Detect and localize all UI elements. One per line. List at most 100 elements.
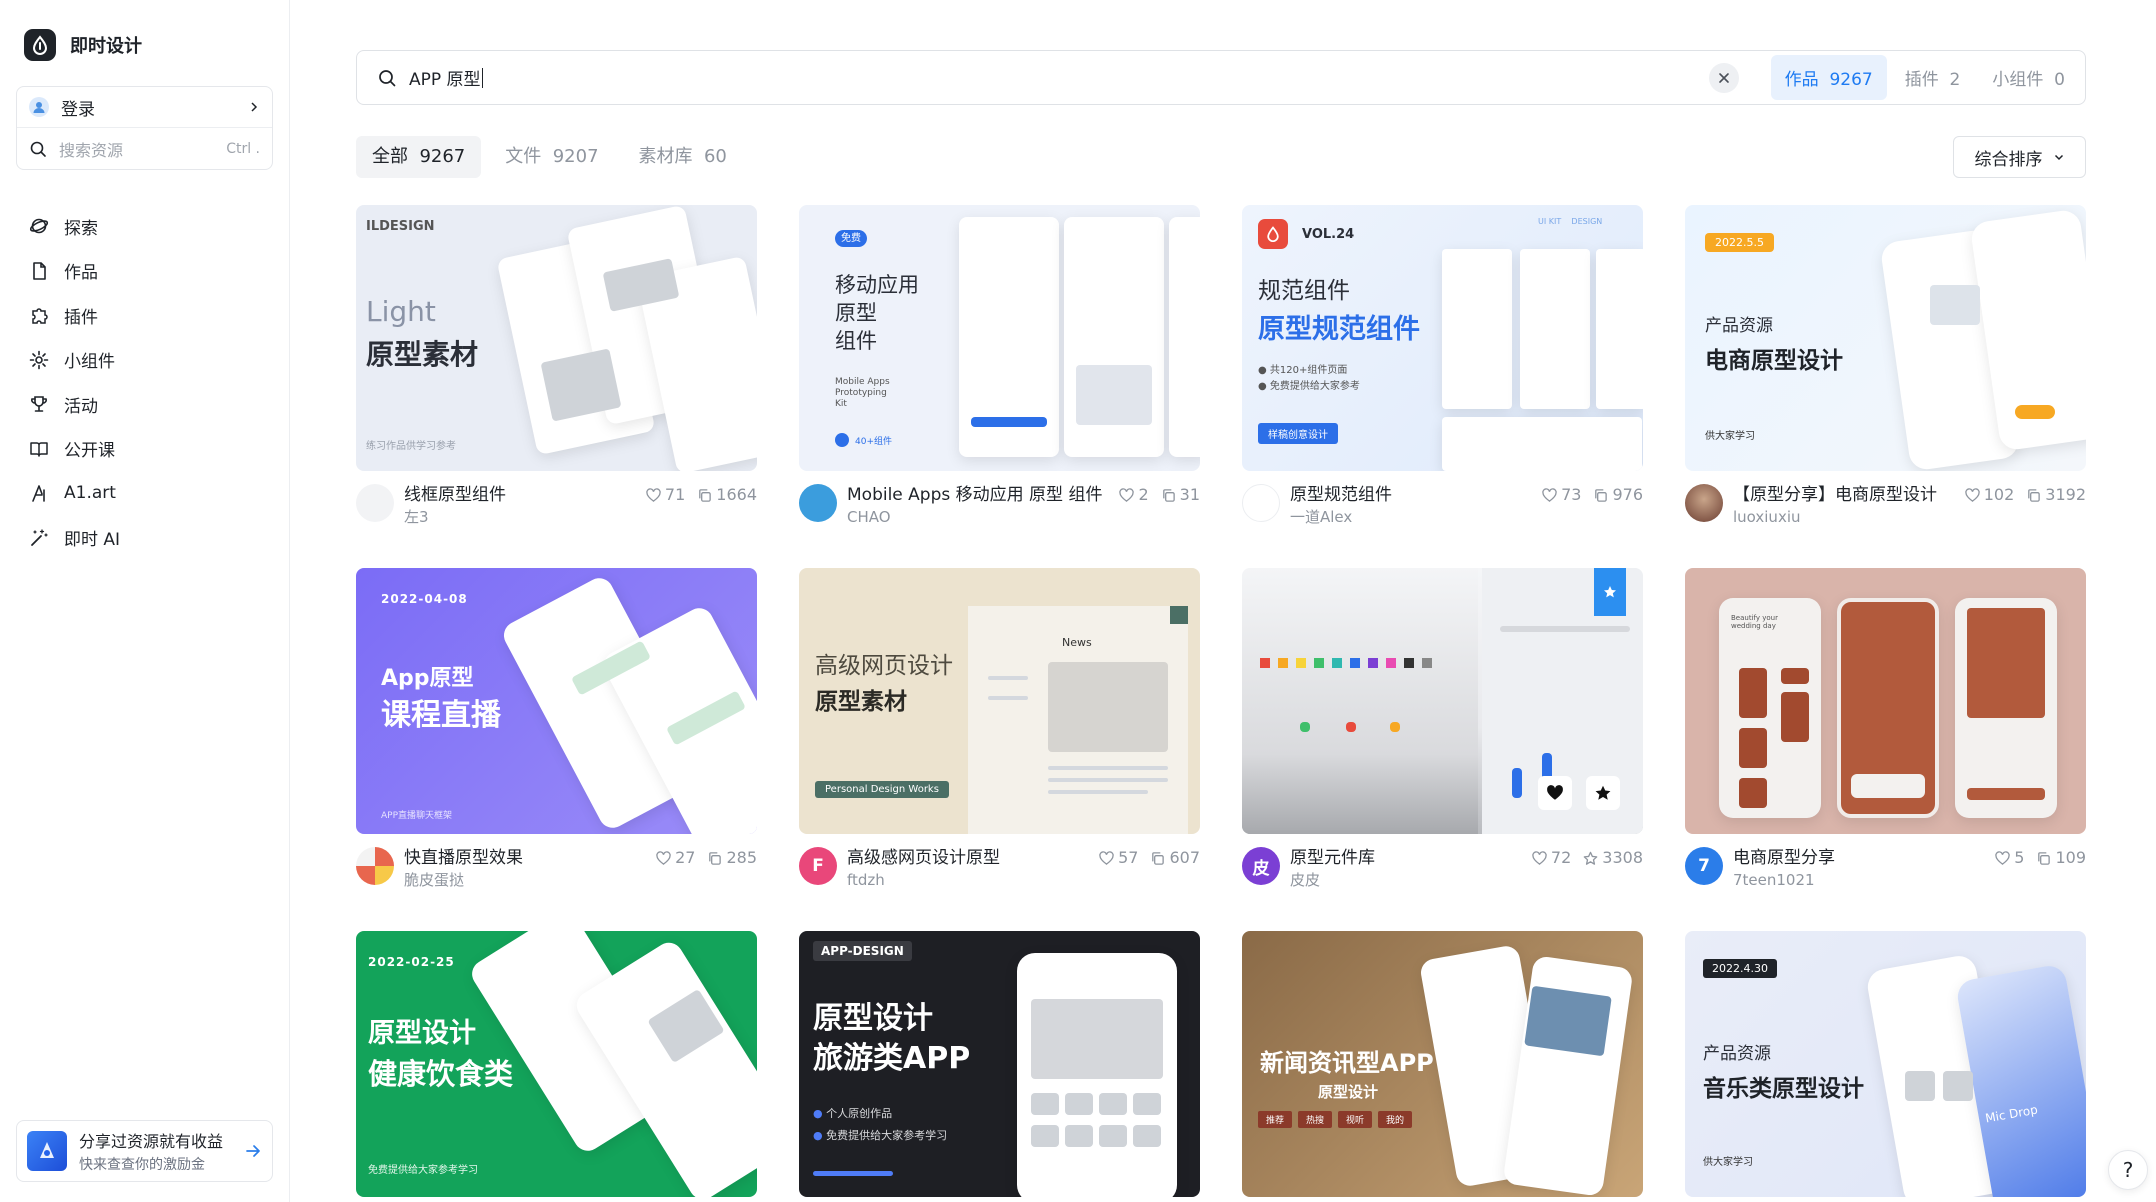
card-title[interactable]: 快直播原型效果 [404,847,656,869]
like-count: 71 [664,485,686,504]
card-title[interactable]: 原型元件库 [1290,847,1532,869]
clear-search-button[interactable] [1708,62,1739,93]
sidebar-item-plugins[interactable]: 插件 [28,293,120,338]
card-thumbnail[interactable]: 新闻资讯型APP 原型设计 推荐 热搜 视听 我的 [1242,931,1643,1197]
author-avatar[interactable]: 皮 [1242,847,1280,885]
card-author[interactable]: ftdzh [847,869,1099,891]
help-button[interactable]: ? [2108,1150,2148,1190]
tab-label: 插件 [1904,70,1939,90]
sidebar-item-courses[interactable]: 公开课 [28,427,120,472]
card-title[interactable]: 电商原型分享 [1733,847,1995,869]
like-action-icon[interactable] [1538,776,1572,810]
tab-widgets[interactable]: 小组件 0 [1978,55,2079,100]
card-thumbnail[interactable]: Beautify your wedding day [1685,568,2086,834]
author-avatar[interactable]: F [799,847,837,885]
search-icon [30,141,46,157]
earnings-promo[interactable]: 分享过资源就有收益 快来查查你的激励金 [16,1120,273,1182]
result-card[interactable]: 新闻资讯型APP 原型设计 推荐 热搜 视听 我的 [1242,931,1643,1197]
trophy-icon [28,393,50,415]
card-author[interactable]: luoxiuxiu [1733,506,1965,528]
thumb-footer: 免费提供给大家参考学习 [368,1165,478,1176]
card-thumbnail[interactable]: 2022.4.30 产品资源 音乐类原型设计 供大家学习 Mic Drop [1685,931,2086,1197]
card-thumbnail[interactable]: 高级网页设计 原型素材 Personal Design Works News [799,568,1200,834]
thumb-line2: 电商原型设计 [1705,348,1843,374]
search-shortcut: Ctrl . [226,140,260,157]
filter-count: 9267 [419,146,466,167]
card-thumbnail[interactable]: ILDESIGN Light 原型素材 练习作品供学习参考 [356,205,757,471]
file-icon [28,260,50,282]
sidebar-item-ai[interactable]: 即时 AI [28,516,120,561]
result-card[interactable]: ILDESIGN Light 原型素材 练习作品供学习参考 线框原型组件 左3 … [356,205,757,532]
like-count: 73 [1561,485,1582,504]
result-card[interactable]: 2022-02-25 原型设计 健康饮食类 免费提供给大家参考学习 [356,931,757,1197]
card-author[interactable]: 左3 [404,506,646,528]
search-input[interactable]: APP 原型 [409,65,1709,90]
thumb-badge: APP-DESIGN [813,941,912,961]
sidebar-item-widgets[interactable]: 小组件 [28,338,120,383]
card-author[interactable]: 一道Alex [1290,506,1542,528]
filter-all[interactable]: 全部 9267 [356,136,482,178]
login-button[interactable]: 登录 [17,87,272,128]
card-title[interactable]: 【原型分享】电商原型设计 [1733,484,1965,506]
results-grid: ILDESIGN Light 原型素材 练习作品供学习参考 线框原型组件 左3 … [356,205,2086,1202]
author-avatar[interactable] [799,484,837,522]
explore-icon [28,215,50,237]
heart-icon [1119,487,1135,502]
filter-libraries[interactable]: 素材库 60 [623,136,743,178]
thumb-line2: 课程直播 [381,698,501,733]
author-avatar[interactable]: 7 [1685,847,1723,885]
like-count: 5 [2014,848,2025,867]
sidebar-item-a1-art[interactable]: A1.art [28,471,120,516]
thumb-sub1: Mobile Apps [835,377,890,387]
star-count: 3308 [1602,848,1643,867]
card-thumbnail[interactable]: APP-DESIGN 原型设计 旅游类APP ● 个人原创作品 ● 免费提供给大… [799,931,1200,1197]
card-title[interactable]: 高级感网页设计原型 [847,847,1099,869]
result-card[interactable]: Beautify your wedding day 7 电商原型分享 7teen… [1685,568,2086,895]
sort-dropdown[interactable]: 综合排序 [1953,136,2086,178]
card-author[interactable]: 7teen1021 [1733,869,1995,891]
tab-works[interactable]: 作品 9267 [1770,55,1887,100]
sidebar-item-explore[interactable]: 探索 [28,204,120,249]
author-avatar[interactable] [356,847,394,885]
card-thumbnail[interactable]: 2022-04-08 App原型 课程直播 APP直播聊天框架 [356,568,757,834]
brand[interactable]: 即时设计 [24,29,142,61]
author-avatar[interactable] [356,484,394,522]
result-card[interactable]: 2022.4.30 产品资源 音乐类原型设计 供大家学习 Mic Drop [1685,931,2086,1197]
favorite-action-icon[interactable] [1586,776,1620,810]
thumb-line1: 新闻资讯型APP [1260,1049,1434,1077]
filter-count: 9207 [552,146,599,167]
card-thumbnail[interactable] [1242,568,1643,834]
result-card[interactable]: VOL.24 UI KIT DESIGN 规范组件 原型规范组件 ● 共120+… [1242,205,1643,532]
card-title[interactable]: 线框原型组件 [404,484,646,506]
resource-search-input[interactable]: 搜索资源 Ctrl . [17,128,272,169]
heart-icon [1965,487,1980,502]
sidebar-item-works[interactable]: 作品 [28,249,120,294]
card-title[interactable]: Mobile Apps 移动应用 原型 组件 [847,484,1119,506]
card-author[interactable]: 皮皮 [1290,869,1532,891]
duplicate-icon [2038,851,2051,865]
card-thumbnail[interactable]: VOL.24 UI KIT DESIGN 规范组件 原型规范组件 ● 共120+… [1242,205,1643,471]
card-thumbnail[interactable]: 2022.5.5 产品资源 电商原型设计 供大家学习 [1685,205,2086,471]
bookmark-icon [1594,568,1626,616]
sidebar-item-events[interactable]: 活动 [28,382,120,427]
author-avatar[interactable] [1242,484,1280,522]
help-label: ? [2122,1158,2134,1182]
result-card[interactable]: 皮 原型元件库 皮皮 72 3308 [1242,568,1643,895]
result-card[interactable]: APP-DESIGN 原型设计 旅游类APP ● 个人原创作品 ● 免费提供给大… [799,931,1200,1197]
card-title[interactable]: 原型规范组件 [1290,484,1542,506]
card-thumbnail[interactable]: 2022-02-25 原型设计 健康饮食类 免费提供给大家参考学习 [356,931,757,1197]
author-avatar[interactable] [1685,484,1723,522]
card-thumbnail[interactable]: 免费 移动应用 原型 组件 Mobile Apps Prototyping Ki… [799,205,1200,471]
thumb-line1: 规范组件 [1258,278,1350,304]
thumb-footer: 供大家学习 [1703,1157,1753,1168]
sidebar-item-label: 插件 [64,307,98,328]
filter-files[interactable]: 文件 9207 [489,136,614,178]
result-card[interactable]: 2022.5.5 产品资源 电商原型设计 供大家学习 【原型分享】电商原型设计 … [1685,205,2086,532]
result-card[interactable]: 免费 移动应用 原型 组件 Mobile Apps Prototyping Ki… [799,205,1200,532]
result-card[interactable]: 高级网页设计 原型素材 Personal Design Works News F… [799,568,1200,895]
card-author[interactable]: 脆皮蛋挞 [404,869,656,891]
type-filters: 全部 9267 文件 9207 素材库 60 [356,136,743,178]
tab-plugins[interactable]: 插件 2 [1891,55,1975,100]
card-author[interactable]: CHAO [847,506,1119,528]
result-card[interactable]: 2022-04-08 App原型 课程直播 APP直播聊天框架 快直播原型效果 … [356,568,757,895]
